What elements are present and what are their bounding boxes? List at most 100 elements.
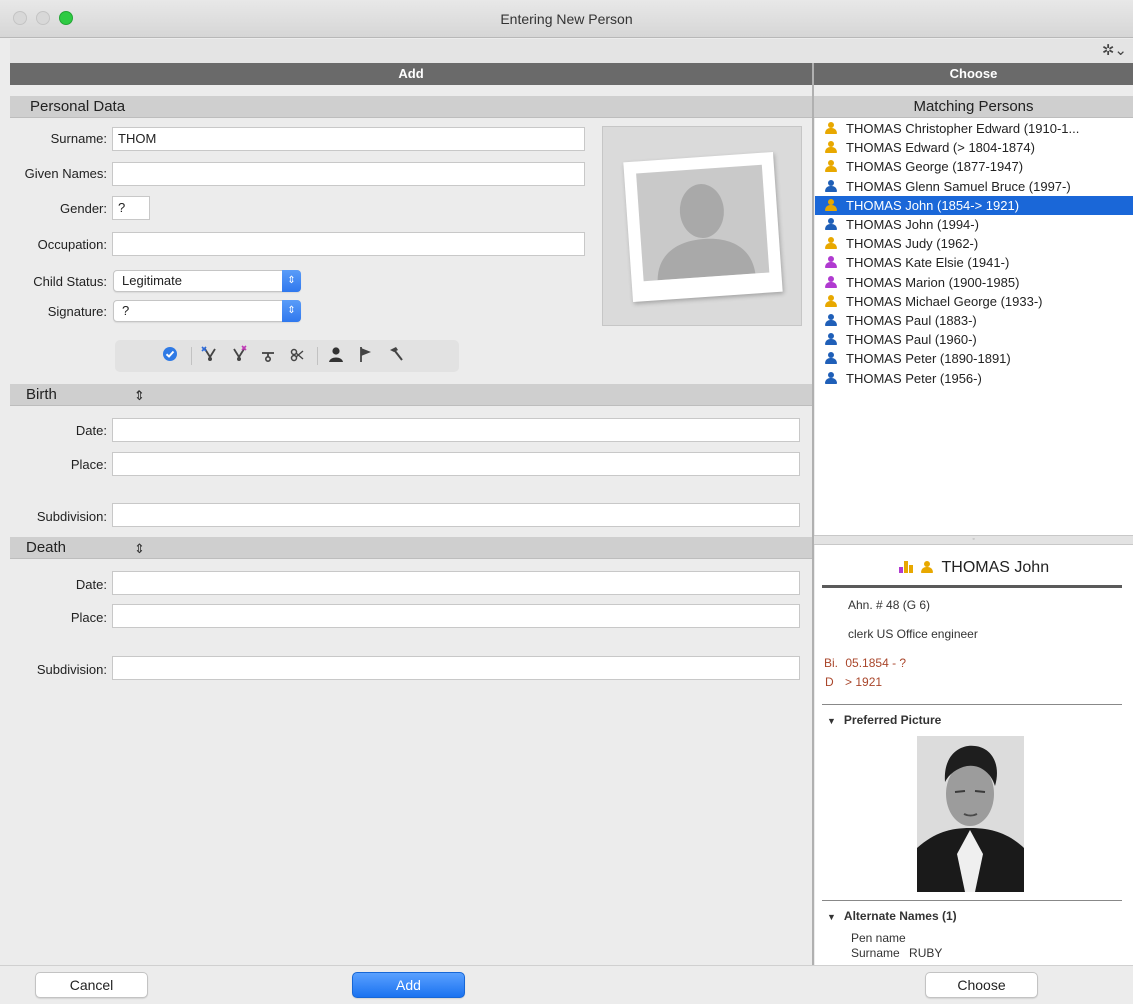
given-names-label: Given Names:: [24, 166, 107, 181]
death-place-label: Place:: [70, 610, 107, 625]
person-icon: [825, 294, 837, 307]
birth-header: Birth: [10, 384, 812, 406]
child-status-select[interactable]: Legitimate ⇕: [113, 270, 301, 292]
alternate-names-label: Alternate Names (1): [843, 909, 957, 923]
gender-field[interactable]: ?: [112, 196, 150, 220]
signature-label: Signature:: [47, 304, 107, 319]
matching-person-row[interactable]: THOMAS John (1994-): [815, 215, 1133, 234]
silhouette-icon: [657, 184, 756, 281]
chevron-updown-icon[interactable]: ⇕: [134, 541, 145, 557]
person-icon: [825, 122, 837, 134]
birth-place-field[interactable]: [112, 452, 800, 476]
birth-subdivision-label: Subdivision:: [36, 509, 107, 524]
signature-select[interactable]: ? ⇕: [113, 300, 301, 322]
matching-person-row[interactable]: THOMAS Edward (> 1804-1874): [815, 138, 1133, 157]
person-icon: [825, 256, 837, 269]
person-detail-panel: THOMAS John Ahn. # 48 (G 6) clerk US Off…: [815, 545, 1133, 965]
birth-subdivision-field[interactable]: [112, 503, 800, 527]
matching-person-row[interactable]: THOMAS Peter (1956-): [815, 369, 1133, 388]
gear-menu-icon[interactable]: ✲⌄: [1102, 41, 1127, 59]
add-parents-icon[interactable]: [199, 345, 221, 367]
chevron-updown-icon[interactable]: ⇕: [134, 388, 145, 404]
cancel-button[interactable]: Cancel: [35, 972, 148, 998]
child-status-label: Child Status:: [33, 274, 107, 289]
matching-person-label: THOMAS John (1994-): [846, 217, 979, 232]
given-names-field[interactable]: [112, 162, 585, 186]
matching-person-row[interactable]: THOMAS Paul (1960-): [815, 330, 1133, 349]
alternate-name-type: Pen name: [851, 931, 906, 945]
matching-person-row[interactable]: THOMAS Paul (1883-): [815, 311, 1133, 330]
death-date-field[interactable]: [112, 571, 800, 595]
remove-parents-icon[interactable]: [228, 345, 250, 367]
detail-birth: 05.1854 - ?: [845, 656, 907, 670]
death-subdivision-field[interactable]: [112, 656, 800, 680]
alternate-surname-value: RUBY: [909, 946, 943, 960]
window-title: Entering New Person: [500, 11, 633, 27]
person-icon[interactable]: [325, 345, 347, 367]
title-bar: Entering New Person: [0, 0, 1133, 38]
detail-person-name: THOMAS John: [941, 559, 1050, 576]
person-icon: [825, 371, 837, 384]
photo-drop-area[interactable]: [602, 126, 802, 326]
person-icon: [825, 333, 837, 346]
alternate-names-toggle[interactable]: ▼ Alternate Names (1): [827, 909, 957, 923]
detail-birth-prefix: Bi.: [824, 656, 839, 670]
person-icon: [825, 275, 837, 288]
choose-button[interactable]: Choose: [925, 972, 1038, 998]
matching-person-row[interactable]: THOMAS Judy (1962-): [815, 234, 1133, 253]
choose-column-header: Choose: [814, 63, 1133, 85]
matching-person-row[interactable]: THOMAS Kate Elsie (1941-): [815, 253, 1133, 272]
person-icon: [825, 198, 837, 211]
surname-field[interactable]: THOM: [112, 127, 585, 151]
matching-person-row[interactable]: THOMAS George (1877-1947): [815, 157, 1133, 176]
matching-person-label: THOMAS Paul (1883-): [846, 313, 977, 328]
preferred-picture[interactable]: [917, 736, 1024, 892]
matching-person-row[interactable]: THOMAS Glenn Samuel Bruce (1997-): [815, 177, 1133, 196]
matching-person-row[interactable]: THOMAS Michael George (1933-): [815, 292, 1133, 311]
birth-date-label: Date:: [75, 423, 107, 438]
flag-icon[interactable]: [355, 345, 377, 367]
person-icon: [825, 141, 837, 154]
preferred-picture-toggle[interactable]: ▼ Preferred Picture: [827, 713, 941, 727]
cut-link-icon[interactable]: [286, 345, 308, 367]
occupation-field[interactable]: [112, 232, 585, 256]
scissors-icon[interactable]: [257, 345, 279, 367]
birth-date-field[interactable]: [112, 418, 800, 442]
matching-person-label: THOMAS Paul (1960-): [846, 332, 977, 348]
alternate-surname-label: Surname: [851, 946, 900, 960]
person-icon: [825, 179, 837, 192]
person-icon: [921, 561, 934, 573]
occupation-label: Occupation:: [37, 237, 107, 252]
detail-death-prefix: D: [825, 675, 834, 689]
person-icon: [825, 218, 837, 230]
matching-persons-header: Matching Persons: [814, 96, 1133, 118]
detail-ahnentafel: Ahn. # 48 (G 6): [848, 598, 931, 612]
family-chart-icon: [898, 561, 913, 573]
matching-person-label: THOMAS Peter (1890-1891): [846, 351, 1011, 367]
matching-person-row[interactable]: THOMAS Marion (1900-1985): [815, 273, 1133, 292]
matching-person-row[interactable]: THOMAS John (1854-> 1921): [815, 195, 1133, 215]
portrait-image: [917, 736, 1024, 892]
matching-person-row[interactable]: THOMAS Peter (1890-1891): [815, 349, 1133, 368]
photo-placeholder: [623, 151, 783, 303]
checkmark-icon[interactable]: [159, 345, 181, 367]
top-toolstrip: ✲⌄: [10, 39, 1133, 63]
matching-person-label: THOMAS Marion (1900-1985): [846, 274, 1020, 290]
chevron-updown-icon: ⇕: [282, 300, 301, 322]
pane-divider[interactable]: [812, 63, 814, 965]
gender-label: Gender:: [60, 201, 107, 216]
death-header-label: Death: [26, 539, 67, 556]
disclosure-triangle-icon: ▼: [827, 716, 836, 726]
chevron-updown-icon: ⇕: [282, 270, 301, 292]
matching-person-label: THOMAS Peter (1956-): [846, 370, 982, 386]
matching-person-label: THOMAS Edward (> 1804-1874): [846, 140, 1035, 156]
death-date-label: Date:: [75, 577, 107, 592]
hammer-icon[interactable]: [385, 345, 407, 367]
signature-value: ?: [122, 303, 130, 318]
death-place-field[interactable]: [112, 604, 800, 628]
split-handle[interactable]: ◦: [814, 535, 1133, 545]
person-icon: [825, 352, 837, 365]
person-icon: [825, 237, 837, 250]
add-button[interactable]: Add: [352, 972, 465, 998]
matching-person-row[interactable]: THOMAS Christopher Edward (1910-1...: [815, 119, 1133, 138]
